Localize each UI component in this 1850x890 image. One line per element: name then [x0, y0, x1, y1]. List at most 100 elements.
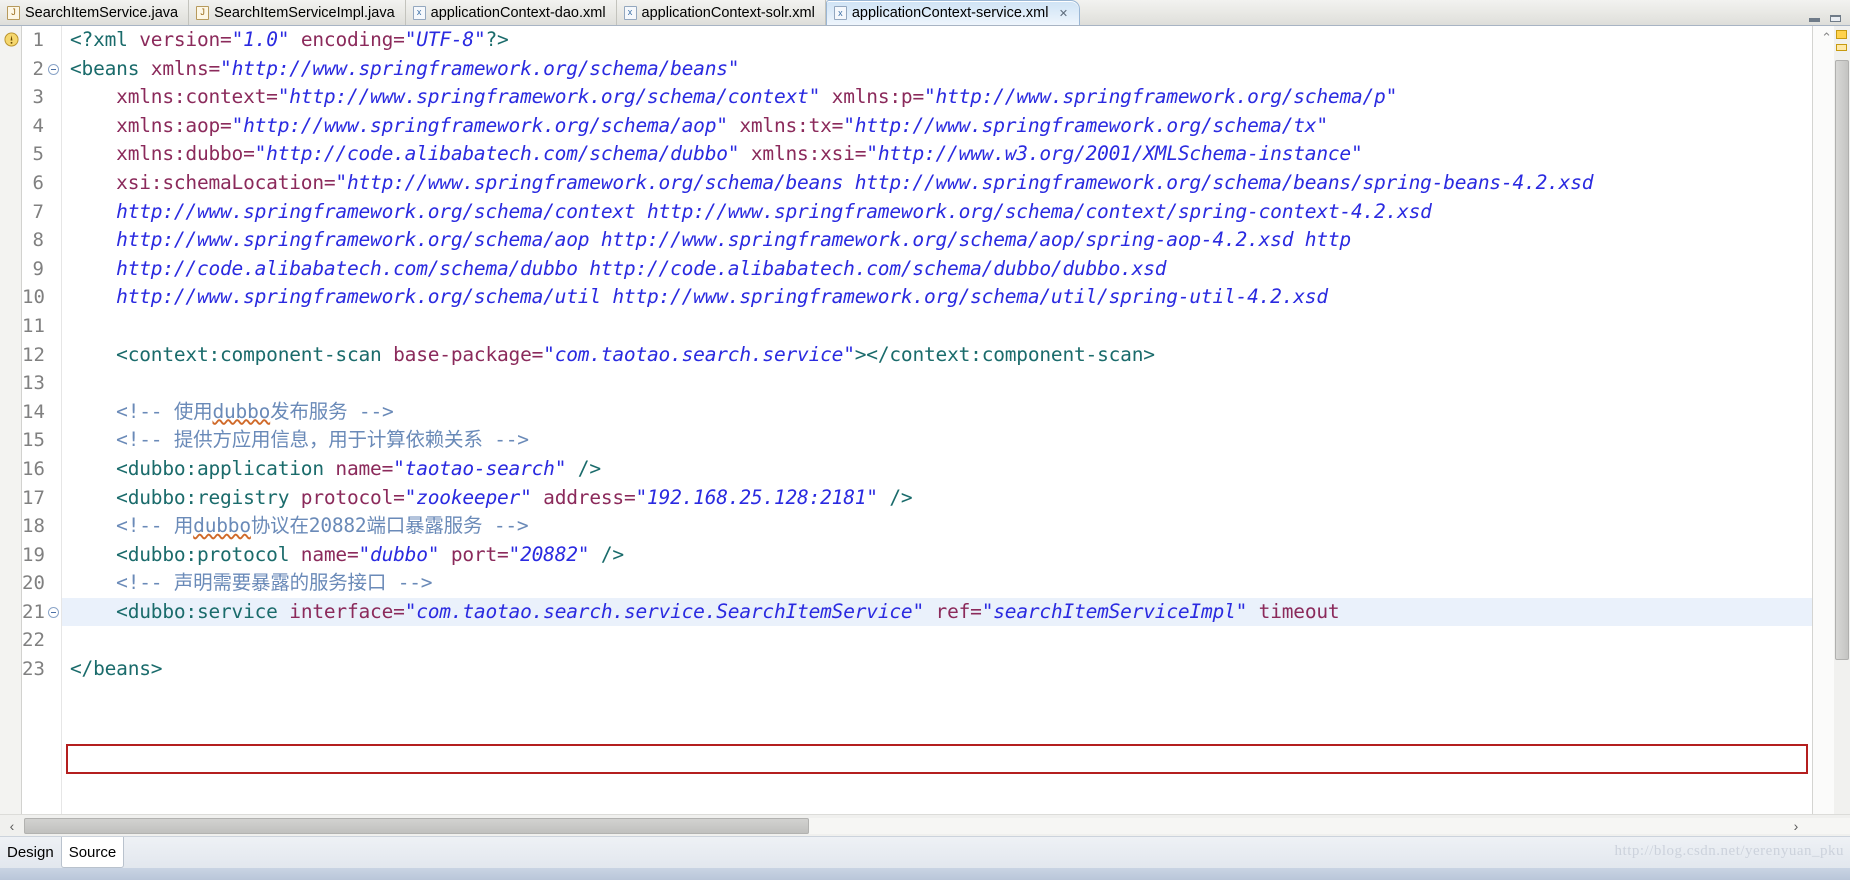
code-token: "http://code.alibabatech.com/schema/dubb…: [254, 142, 740, 166]
fold-collapse-icon[interactable]: [48, 63, 59, 75]
minimize-button[interactable]: [1808, 11, 1821, 22]
line-number: 18: [22, 515, 45, 538]
code-token: http://code.alibabatech.com/schema/dubbo…: [70, 256, 1167, 280]
fold-slot: [46, 569, 61, 598]
editor-tab-2[interactable]: x applicationContext-dao.xml: [406, 0, 617, 25]
fold-slot: [46, 55, 61, 84]
code-line[interactable]: <?xml version="1.0" encoding="UTF-8"?>: [62, 26, 1812, 55]
editor-tab-0[interactable]: J SearchItemService.java: [0, 0, 190, 25]
fold-slot: [46, 283, 61, 312]
line-number: 20: [22, 572, 45, 595]
line-number: 22: [22, 629, 45, 652]
fold-slot: [46, 255, 61, 284]
code-line[interactable]: http://www.springframework.org/schema/ao…: [62, 226, 1812, 255]
code-token: "http://www.springframework.org/schema/b…: [335, 170, 1594, 194]
editor-tab-1[interactable]: J SearchItemServiceImpl.java: [189, 0, 406, 25]
code-line[interactable]: <!-- 提供方应用信息，用于计算依赖关系 -->: [62, 426, 1812, 455]
fold-slot: [46, 369, 61, 398]
code-token: "searchItemServiceImpl": [981, 599, 1248, 623]
scroll-left-arrow[interactable]: ‹: [0, 816, 24, 836]
code-line[interactable]: <beans xmlns="http://www.springframework…: [62, 55, 1812, 84]
vertical-scroll-thumb[interactable]: [1835, 60, 1849, 660]
code-line[interactable]: <!-- 使用dubbo发布服务 -->: [62, 398, 1812, 427]
line-number: 8: [32, 229, 44, 252]
code-token: "http://www.springframework.org/schema/b…: [220, 56, 740, 80]
fold-slot: [46, 626, 61, 655]
code-token: base-package=: [381, 342, 544, 366]
code-line[interactable]: <dubbo:protocol name="dubbo" port="20882…: [62, 541, 1812, 570]
code-line[interactable]: xmlns:aop="http://www.springframework.or…: [62, 112, 1812, 141]
fold-slot: [46, 484, 61, 513]
code-token: name=: [289, 542, 359, 566]
code-line[interactable]: <dubbo:application name="taotao-search" …: [62, 455, 1812, 484]
code-token: "192.168.25.128:2181": [635, 485, 879, 509]
code-line[interactable]: xmlns:dubbo="http://code.alibabatech.com…: [62, 140, 1812, 169]
code-token: xmlns:tx=: [727, 113, 844, 137]
mode-tab-label: Source: [68, 843, 117, 861]
code-token: "http://www.springframework.org/schema/a…: [231, 113, 728, 137]
xml-file-icon: x: [833, 6, 847, 20]
code-line[interactable]: [62, 312, 1812, 341]
code-line[interactable]: http://www.springframework.org/schema/ut…: [62, 283, 1812, 312]
folding-gutter[interactable]: [46, 26, 62, 814]
code-line[interactable]: http://code.alibabatech.com/schema/dubbo…: [62, 255, 1812, 284]
horizontal-scroll-track[interactable]: [809, 817, 1850, 834]
line-number-gutter: 1 2 3 4 5 6 7 8 9 10 11 12 13 14 15 16 17 18 19 20 21 22 23: [22, 26, 46, 814]
code-line[interactable]: <dubbo:registry protocol="zookeeper" add…: [62, 484, 1812, 513]
code-line[interactable]: <context:component-scan base-package="co…: [62, 341, 1812, 370]
scroll-up-arrow[interactable]: ⌃: [1821, 30, 1832, 46]
line-number: 10: [22, 286, 45, 309]
code-token: "com.taotao.search.service": [543, 342, 855, 366]
code-token: />: [877, 485, 913, 509]
overview-warning-marker-2[interactable]: [1836, 44, 1847, 51]
code-token: xmlns=: [139, 56, 221, 80]
code-token: </beans>: [70, 657, 163, 681]
code-token: http://www.springframework.org/schema/ao…: [70, 228, 1351, 252]
warning-icon[interactable]: [4, 32, 19, 47]
code-text-area[interactable]: <?xml version="1.0" encoding="UTF-8"?> <b…: [62, 26, 1812, 814]
editor-tab-3[interactable]: x applicationContext-solr.xml: [617, 0, 826, 25]
line-number: 13: [22, 372, 45, 395]
code-token: xmlns:dubbo=: [70, 142, 255, 166]
horizontal-scroll-thumb[interactable]: [24, 817, 809, 834]
code-token: xsi:schemaLocation=: [70, 170, 336, 194]
code-token: 发布服务 -->: [270, 399, 394, 423]
horizontal-scrollbar[interactable]: ‹ ›: [0, 814, 1850, 836]
close-icon[interactable]: ✕: [1057, 7, 1069, 20]
fold-slot: [46, 83, 61, 112]
code-line[interactable]: [62, 369, 1812, 398]
code-token: <dubbo:service: [70, 599, 278, 623]
code-line[interactable]: xmlns:context="http://www.springframewor…: [62, 83, 1812, 112]
watermark-text: http://blog.csdn.net/yerenyuan_pku: [1614, 843, 1844, 859]
fold-collapse-icon[interactable]: [48, 606, 59, 618]
mode-tab-source[interactable]: Source: [60, 837, 125, 868]
xml-source-editor: 1 2 3 4 5 6 7 8 9 10 11 12 13 14 15 16 17 18 19 20 21 22 23 <?…: [0, 26, 1850, 814]
overview-warning-marker-1[interactable]: [1836, 30, 1847, 39]
code-line[interactable]: <!-- 用dubbo协议在20882端口暴露服务 -->: [62, 512, 1812, 541]
code-token: <beans: [70, 56, 140, 80]
mode-tab-label: Design: [7, 844, 54, 861]
vertical-scrollbar[interactable]: ⌃: [1812, 26, 1850, 814]
restore-button[interactable]: [1829, 11, 1842, 22]
line-number: 9: [32, 257, 44, 280]
code-token: <!-- 使用: [70, 399, 213, 423]
fold-slot: [46, 169, 61, 198]
overview-ruler[interactable]: [1813, 26, 1834, 814]
code-line[interactable]: <!-- 声明需要暴露的服务接口 -->: [62, 569, 1812, 598]
code-line[interactable]: http://www.springframework.org/schema/co…: [62, 198, 1812, 227]
code-line[interactable]: <dubbo:service interface="com.taotao.sea…: [62, 597, 1812, 627]
code-token: ></context:component-scan>: [854, 342, 1155, 366]
code-line[interactable]: </beans>: [62, 655, 1812, 684]
scroll-right-arrow[interactable]: ›: [1784, 816, 1808, 836]
fold-slot: [46, 140, 61, 169]
code-token: <dubbo:application: [70, 456, 324, 480]
code-line[interactable]: [62, 626, 1812, 655]
fold-slot: [46, 312, 61, 341]
bottom-bar-filler: [124, 837, 1850, 868]
mode-tab-design[interactable]: Design: [0, 837, 61, 868]
code-token: version=: [127, 28, 232, 51]
annotation-gutter[interactable]: [0, 26, 22, 814]
code-line[interactable]: xsi:schemaLocation="http://www.springfra…: [62, 169, 1812, 198]
editor-tab-4[interactable]: x applicationContext-service.xml ✕: [825, 0, 1081, 25]
code-token: "http://www.w3.org/2001/XMLSchema-instan…: [866, 142, 1363, 166]
